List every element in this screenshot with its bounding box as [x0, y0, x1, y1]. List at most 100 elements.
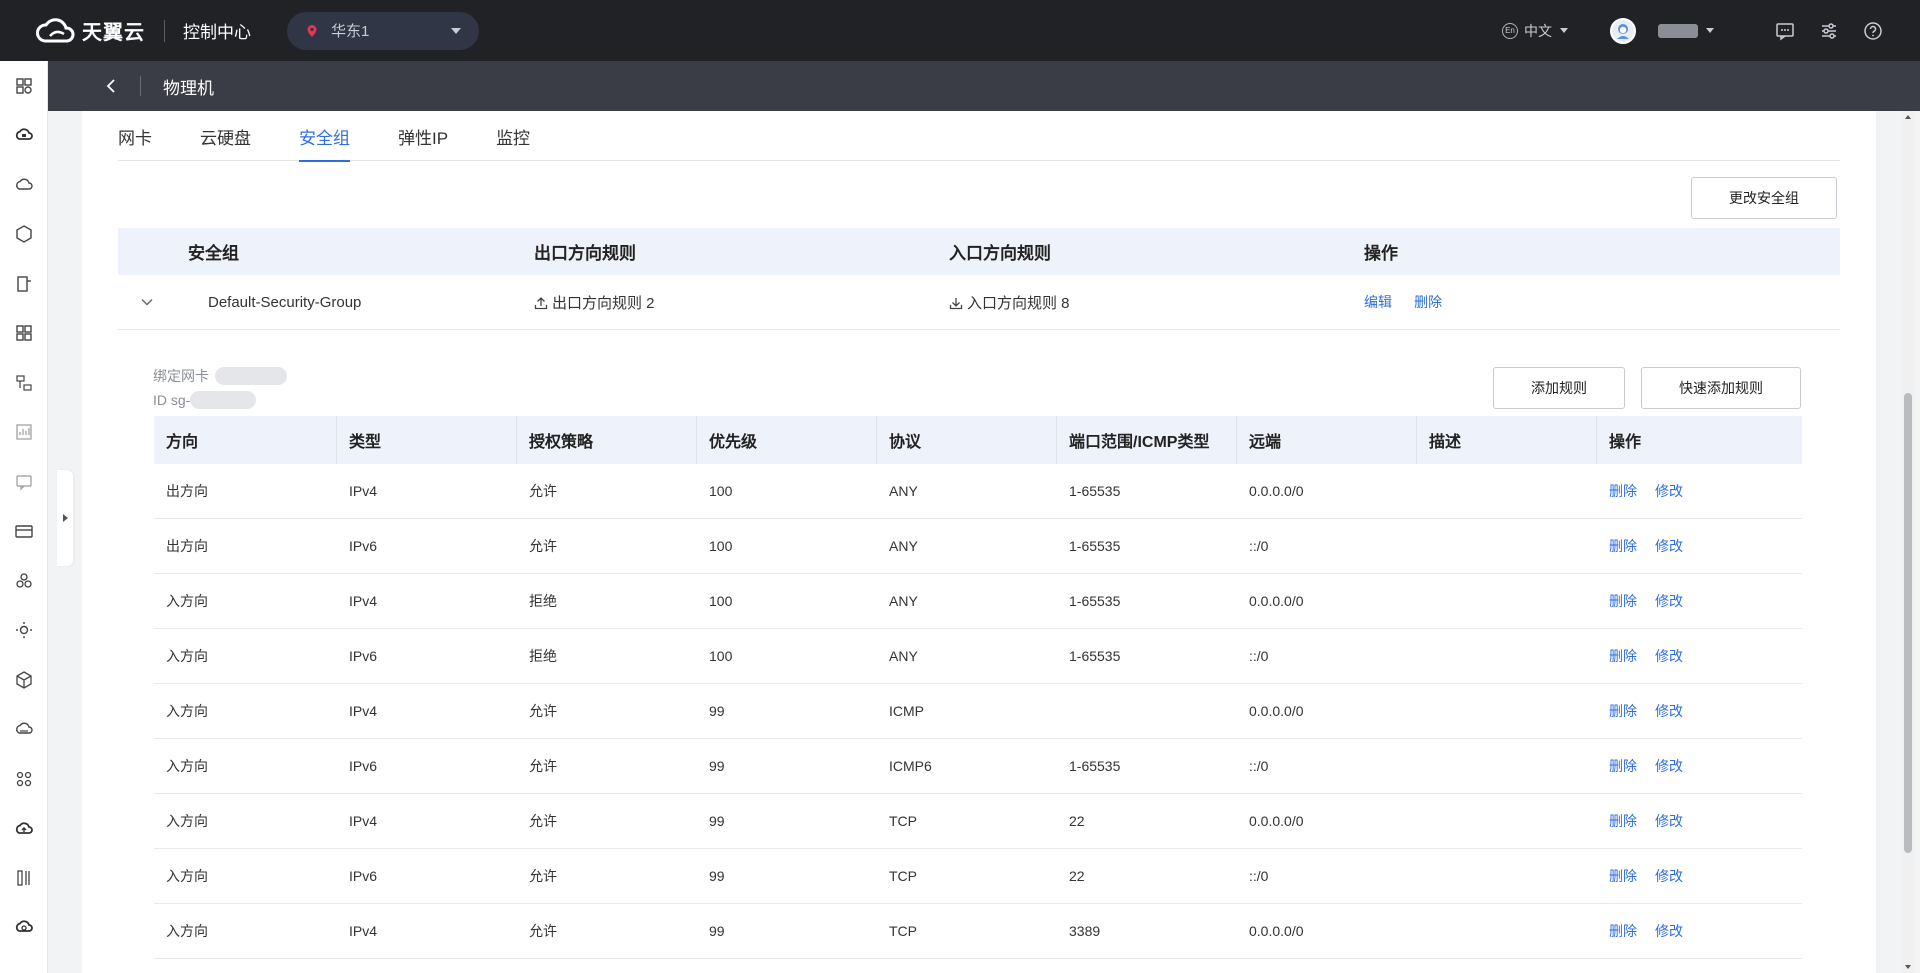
- modify-rule-link[interactable]: 修改: [1655, 538, 1683, 554]
- cell-type: IPv4: [349, 483, 378, 499]
- delete-rule-link[interactable]: 删除: [1609, 813, 1637, 829]
- sidebar-item[interactable]: [0, 309, 48, 359]
- column-header-remote: 远端: [1237, 416, 1417, 464]
- cell-policy: 允许: [529, 538, 557, 554]
- cell-actions: 删除 修改: [1597, 756, 1802, 776]
- delete-rule-link[interactable]: 删除: [1609, 483, 1637, 499]
- sidebar-item[interactable]: [0, 160, 48, 210]
- edit-link[interactable]: 编辑: [1364, 294, 1392, 310]
- console-title[interactable]: 控制中心: [183, 18, 251, 43]
- delete-rule-link[interactable]: 删除: [1609, 758, 1637, 774]
- host-icon: [17, 276, 31, 292]
- cell-port-range: 1-65535: [1069, 593, 1121, 609]
- sidebar-item[interactable]: [0, 754, 48, 804]
- cell-type: IPv6: [349, 758, 378, 774]
- delete-rule-link[interactable]: 删除: [1609, 923, 1637, 939]
- sidebar-item[interactable]: [0, 655, 48, 705]
- modify-rule-link[interactable]: 修改: [1655, 483, 1683, 499]
- hexagon-icon: [16, 225, 32, 244]
- cell-type: IPv4: [349, 593, 378, 609]
- tab-cloud-disk[interactable]: 云硬盘: [200, 111, 251, 161]
- network-icon: [16, 375, 32, 391]
- settings-sliders-icon[interactable]: [1818, 20, 1840, 42]
- help-icon[interactable]: [1862, 20, 1884, 42]
- cell-protocol: ANY: [889, 538, 918, 554]
- sidebar-item[interactable]: [0, 61, 48, 111]
- redacted-value: [190, 391, 257, 409]
- cell-policy: 拒绝: [529, 593, 557, 609]
- cell-priority: 99: [709, 758, 725, 774]
- scroll-down-arrow-icon[interactable]: [1905, 965, 1911, 969]
- message-icon[interactable]: [1774, 20, 1796, 42]
- quick-add-rule-button[interactable]: 快速添加规则: [1641, 367, 1801, 409]
- security-group-table-header: 安全组 出口方向规则 入口方向规则 操作: [118, 228, 1840, 275]
- back-button[interactable]: [96, 78, 126, 94]
- download-icon: [949, 297, 963, 309]
- chevron-right-icon: [62, 514, 68, 522]
- modify-rule-link[interactable]: 修改: [1655, 703, 1683, 719]
- modify-rule-link[interactable]: 修改: [1655, 923, 1683, 939]
- delete-rule-link[interactable]: 删除: [1609, 868, 1637, 884]
- tab-elastic-ip[interactable]: 弹性IP: [398, 111, 448, 161]
- user-menu[interactable]: [1610, 17, 1714, 44]
- location-pin-icon: [307, 24, 317, 37]
- cell-port-range: 3389: [1069, 923, 1101, 939]
- cell-actions: 删除 修改: [1597, 591, 1802, 611]
- table-row: 入方向 IPv4 允许 99 TCP 22 0.0.0.0/0 删除 修改: [154, 794, 1802, 849]
- sidebar-item[interactable]: [0, 507, 48, 557]
- add-rule-button[interactable]: 添加规则: [1493, 367, 1625, 409]
- sidebar-item[interactable]: [0, 457, 48, 507]
- cell-policy: 拒绝: [529, 648, 557, 664]
- delete-rule-link[interactable]: 删除: [1609, 648, 1637, 664]
- cell-protocol: ANY: [889, 648, 918, 664]
- column-header-egress-rules: 出口方向规则: [534, 244, 636, 263]
- user-avatar-icon: [1617, 23, 1629, 39]
- modify-rule-link[interactable]: 修改: [1655, 868, 1683, 884]
- tab-monitoring[interactable]: 监控: [496, 111, 530, 161]
- sidebar-item[interactable]: [0, 210, 48, 260]
- page-scrollbar[interactable]: [1902, 111, 1914, 973]
- modify-rule-link[interactable]: 修改: [1655, 758, 1683, 774]
- sidebar-item[interactable]: [0, 903, 48, 953]
- cell-priority: 100: [709, 538, 733, 554]
- cell-priority: 99: [709, 703, 725, 719]
- sidebar-item[interactable]: [0, 804, 48, 854]
- sidebar-item[interactable]: [0, 853, 48, 903]
- tab-nic[interactable]: 网卡: [118, 111, 152, 161]
- sidebar-expand-toggle[interactable]: [57, 470, 73, 566]
- sidebar-item[interactable]: [0, 705, 48, 755]
- cell-remote: 0.0.0.0/0: [1249, 483, 1304, 499]
- language-label: 中文: [1524, 22, 1552, 39]
- cell-protocol: ANY: [889, 593, 918, 609]
- cell-actions: 删除 修改: [1597, 811, 1802, 831]
- modify-rule-link[interactable]: 修改: [1655, 593, 1683, 609]
- rules-table-header: 方向 类型 授权策略 优先级 协议 端口范围/ICMP类型 远端 描述 操作: [154, 416, 1802, 464]
- egress-rule-label: 出口方向规则 2: [552, 294, 655, 312]
- change-security-group-button[interactable]: 更改安全组: [1691, 177, 1837, 219]
- delete-rule-link[interactable]: 删除: [1609, 538, 1637, 554]
- sidebar-item[interactable]: [0, 556, 48, 606]
- cell-port-range: 22: [1069, 868, 1085, 884]
- sidebar-item[interactable]: [0, 259, 48, 309]
- sidebar-item[interactable]: [0, 408, 48, 458]
- region-label: 华东1: [331, 23, 370, 40]
- cell-policy: 允许: [529, 703, 557, 719]
- delete-link[interactable]: 删除: [1414, 294, 1442, 310]
- column-header-policy: 授权策略: [517, 416, 697, 464]
- brand-logo[interactable]: 天翼云: [34, 16, 154, 45]
- region-selector[interactable]: 华东1: [287, 11, 479, 50]
- sidebar-item[interactable]: [0, 111, 48, 161]
- scrollbar-thumb[interactable]: [1904, 393, 1912, 853]
- sidebar-item[interactable]: [0, 606, 48, 656]
- chevron-down-icon[interactable]: [118, 298, 176, 306]
- scroll-up-arrow-icon[interactable]: [1905, 115, 1911, 119]
- cell-actions: 删除 修改: [1597, 481, 1802, 501]
- tab-security-group[interactable]: 安全组: [299, 111, 350, 162]
- sidebar-item[interactable]: [0, 358, 48, 408]
- modify-rule-link[interactable]: 修改: [1655, 648, 1683, 664]
- cell-remote: ::/0: [1249, 868, 1269, 884]
- delete-rule-link[interactable]: 删除: [1609, 593, 1637, 609]
- modify-rule-link[interactable]: 修改: [1655, 813, 1683, 829]
- delete-rule-link[interactable]: 删除: [1609, 703, 1637, 719]
- language-selector[interactable]: En 中文: [1502, 21, 1568, 41]
